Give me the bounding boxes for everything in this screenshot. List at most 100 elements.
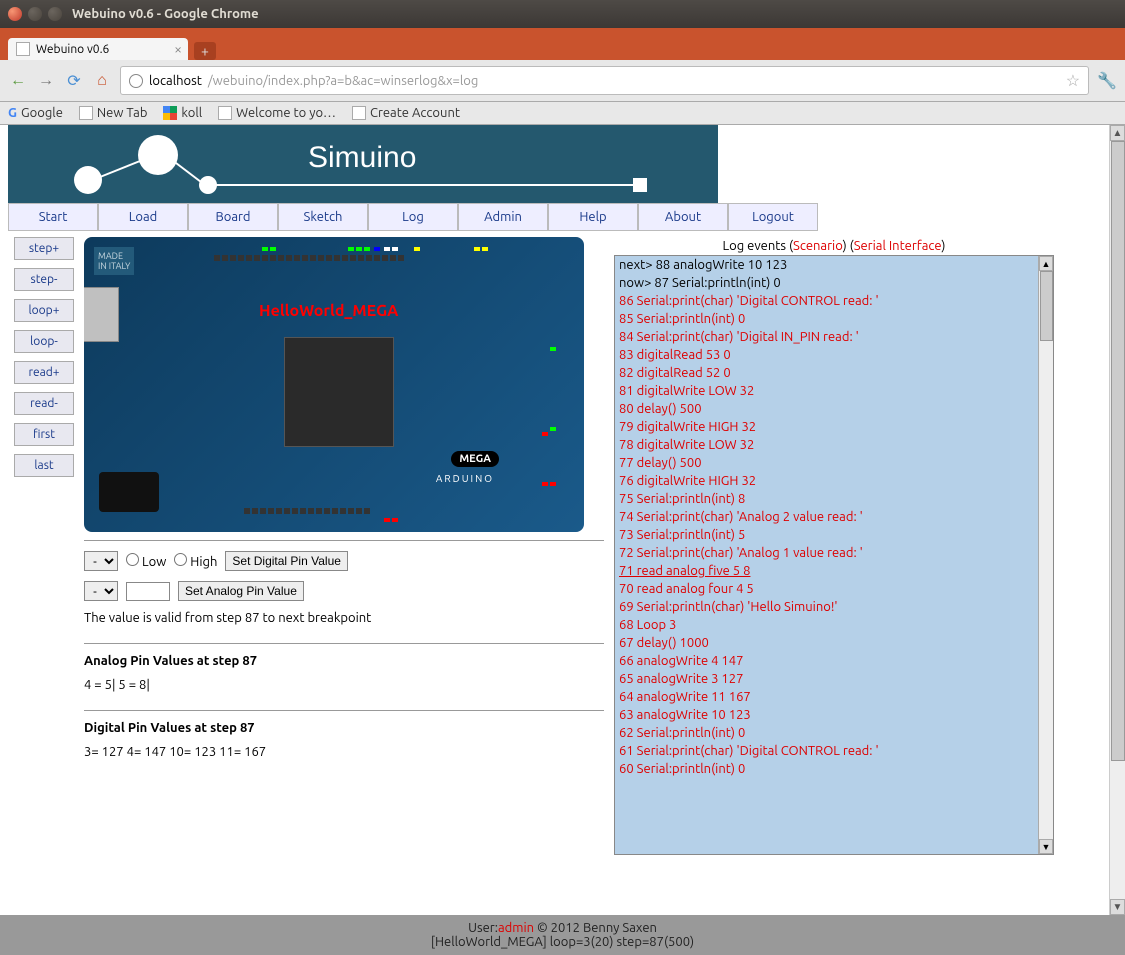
log-line[interactable]: 82 digitalRead 52 0 [615,364,1037,382]
read-plus-button[interactable]: read+ [14,361,74,384]
bookmark-newtab[interactable]: New Tab [79,106,148,120]
scenario-link[interactable]: Scenario [793,239,843,253]
page-scrollbar[interactable]: ▲ ▼ [1109,125,1125,915]
window-title: Webuino v0.6 - Google Chrome [72,7,259,21]
scroll-down-icon[interactable]: ▼ [1039,839,1053,854]
home-button[interactable]: ⌂ [92,71,112,91]
forward-button[interactable]: → [36,71,56,91]
pin-controls: - Low High Set Digital Pin Value - Set A… [84,540,604,759]
log-line[interactable]: 69 Serial:println(char) 'Hello Simuino!' [615,598,1037,616]
log-line[interactable]: 72 Serial:print(char) 'Analog 1 value re… [615,544,1037,562]
step-plus-button[interactable]: step+ [14,237,74,260]
analog-pin-select[interactable]: - [84,581,118,601]
tab-title: Webuino v0.6 [36,43,109,56]
footer: User:admin © 2012 Benny Saxen [HelloWorl… [0,915,1125,955]
menu-about[interactable]: About [638,203,728,231]
new-tab-button[interactable]: + [194,42,216,60]
bookmark-koll[interactable]: koll [163,106,202,120]
user-name: admin [498,921,534,935]
log-line[interactable]: 83 digitalRead 53 0 [615,346,1037,364]
log-line[interactable]: 66 analogWrite 4 147 [615,652,1037,670]
board-made-label: MADEIN ITALY [94,247,134,275]
window-close-button[interactable] [8,7,22,21]
browser-tab[interactable]: Webuino v0.6 × [8,38,188,60]
log-line[interactable]: 63 analogWrite 10 123 [615,706,1037,724]
log-line[interactable]: 86 Serial:print(char) 'Digital CONTROL r… [615,292,1037,310]
log-line[interactable]: 70 read analog four 4 5 [615,580,1037,598]
high-radio-label[interactable]: High [174,553,217,569]
log-header: Log events (Scenario) (Serial Interface) [614,237,1054,255]
log-line[interactable]: 81 digitalWrite LOW 32 [615,382,1037,400]
banner-title: Simuino [308,141,416,175]
wrench-icon[interactable]: 🔧 [1097,71,1117,90]
menu-logout[interactable]: Logout [728,203,818,231]
url-host: localhost [149,74,202,88]
log-line[interactable]: 77 delay() 500 [615,454,1037,472]
scroll-up-icon[interactable]: ▲ [1039,256,1053,271]
log-line[interactable]: 76 digitalWrite HIGH 32 [615,472,1037,490]
log-line[interactable]: 78 digitalWrite LOW 32 [615,436,1037,454]
back-button[interactable]: ← [8,71,28,91]
window-minimize-button[interactable] [28,7,42,21]
loop-plus-button[interactable]: loop+ [14,299,74,322]
page-icon [79,106,93,120]
serial-link[interactable]: Serial Interface [854,239,942,253]
nav-bar: ← → ⟳ ⌂ localhost/webuino/index.php?a=b&… [0,60,1125,102]
log-line[interactable]: now> 87 Serial:println(int) 0 [615,274,1037,292]
window-titlebar: Webuino v0.6 - Google Chrome [0,0,1125,28]
log-line[interactable]: 73 Serial:println(int) 5 [615,526,1037,544]
bookmark-create[interactable]: Create Account [352,106,460,120]
usb-port-icon [84,287,119,342]
digital-pin-select[interactable]: - [84,551,118,571]
tab-bar: Webuino v0.6 × + [0,32,1125,60]
page-scroll-up-icon[interactable]: ▲ [1110,125,1125,141]
first-button[interactable]: first [14,423,74,446]
url-bar[interactable]: localhost/webuino/index.php?a=b&ac=winse… [120,66,1089,95]
log-line[interactable]: 68 Loop 3 [615,616,1037,634]
log-line[interactable]: next> 88 analogWrite 10 123 [615,256,1037,274]
reload-button[interactable]: ⟳ [64,71,84,91]
banner: Simuino [8,125,718,203]
log-line[interactable]: 65 analogWrite 3 127 [615,670,1037,688]
loop-minus-button[interactable]: loop- [14,330,74,353]
low-radio-label[interactable]: Low [126,553,166,569]
bookmark-google[interactable]: GGoogle [8,106,63,120]
page-scroll-thumb[interactable] [1111,141,1125,761]
step-minus-button[interactable]: step- [14,268,74,291]
step-controls: step+ step- loop+ loop- read+ read- firs… [14,237,74,855]
user-label: User: [468,921,498,935]
log-line[interactable]: 60 Serial:println(int) 0 [615,760,1037,778]
log-line[interactable]: 74 Serial:print(char) 'Analog 2 value re… [615,508,1037,526]
set-analog-button[interactable]: Set Analog Pin Value [178,581,304,601]
log-line[interactable]: 67 delay() 1000 [615,634,1037,652]
scroll-thumb[interactable] [1040,271,1053,341]
log-line[interactable]: 71 read analog five 5 8 [615,562,1037,580]
log-line[interactable]: 85 Serial:println(int) 0 [615,310,1037,328]
low-radio[interactable] [126,553,139,566]
page-scroll-down-icon[interactable]: ▼ [1110,899,1125,915]
log-line[interactable]: 75 Serial:println(int) 8 [615,490,1037,508]
last-button[interactable]: last [14,454,74,477]
high-radio[interactable] [174,553,187,566]
star-icon[interactable]: ☆ [1066,71,1080,90]
tab-close-icon[interactable]: × [174,41,182,57]
log-line[interactable]: 64 analogWrite 11 167 [615,688,1037,706]
log-line[interactable]: 80 delay() 500 [615,400,1037,418]
page-content: Simuino Start Load Board Sketch Log Admi… [0,125,1125,915]
set-digital-button[interactable]: Set Digital Pin Value [225,551,348,571]
log-line[interactable]: 61 Serial:print(char) 'Digital CONTROL r… [615,742,1037,760]
analog-values-heading: Analog Pin Values at step 87 [84,643,604,668]
log-line[interactable]: 62 Serial:println(int) 0 [615,724,1037,742]
log-line[interactable]: 84 Serial:print(char) 'Digital IN_PIN re… [615,328,1037,346]
sketch-name-overlay: HelloWorld_MEGA [259,302,398,320]
log-scrollbar[interactable]: ▲ ▼ [1038,256,1053,854]
bookmark-welcome[interactable]: Welcome to yo… [218,106,336,120]
window-maximize-button[interactable] [48,7,62,21]
read-minus-button[interactable]: read- [14,392,74,415]
favicon-icon [16,42,30,56]
log-line[interactable]: 79 digitalWrite HIGH 32 [615,418,1037,436]
analog-value-input[interactable] [126,582,170,601]
bookmarks-bar: GGoogle New Tab koll Welcome to yo… Crea… [0,102,1125,125]
arduino-label: ARDUINO [436,473,494,484]
analog-values: 4 = 5| 5 = 8| [84,678,604,692]
